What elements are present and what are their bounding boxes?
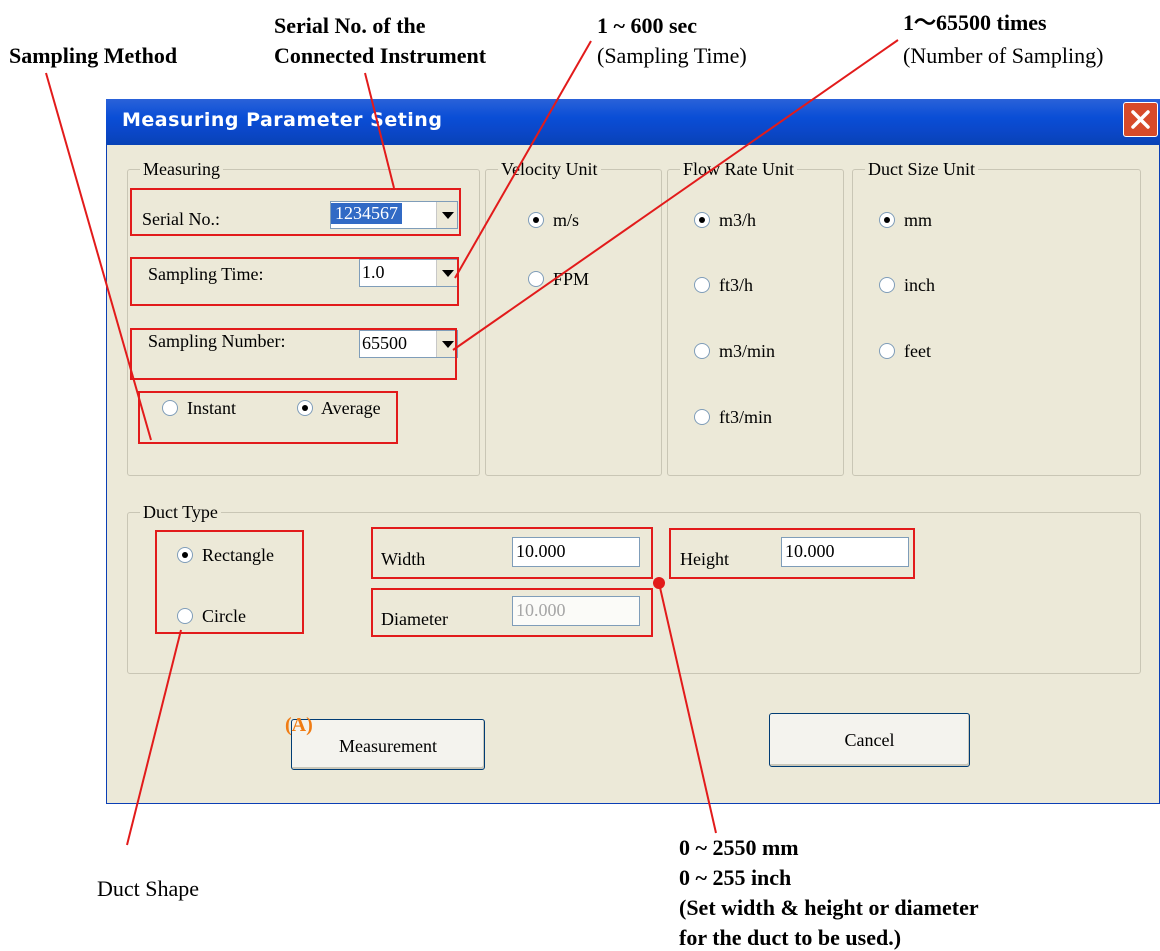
leader-sampling-method (45, 72, 152, 441)
leader-duct-shape (126, 629, 182, 846)
leader-serial (364, 72, 395, 189)
leader-sampling-time (454, 40, 592, 279)
leader-duct-size (658, 582, 717, 834)
leader-sampling-number (452, 39, 899, 351)
annotation-size-line1: 0 ~ 2550 mm (679, 835, 799, 860)
junction-dot (653, 577, 665, 589)
leader-lines (45, 39, 899, 846)
annotation-duct-shape: Duct Shape (97, 876, 200, 901)
annotation-size-line4: for the duct to be used.) (679, 925, 902, 950)
annotation-size-line2: 0 ~ 255 inch (679, 865, 792, 890)
annotation-size-line3: (Set width & height or diameter (679, 895, 979, 920)
